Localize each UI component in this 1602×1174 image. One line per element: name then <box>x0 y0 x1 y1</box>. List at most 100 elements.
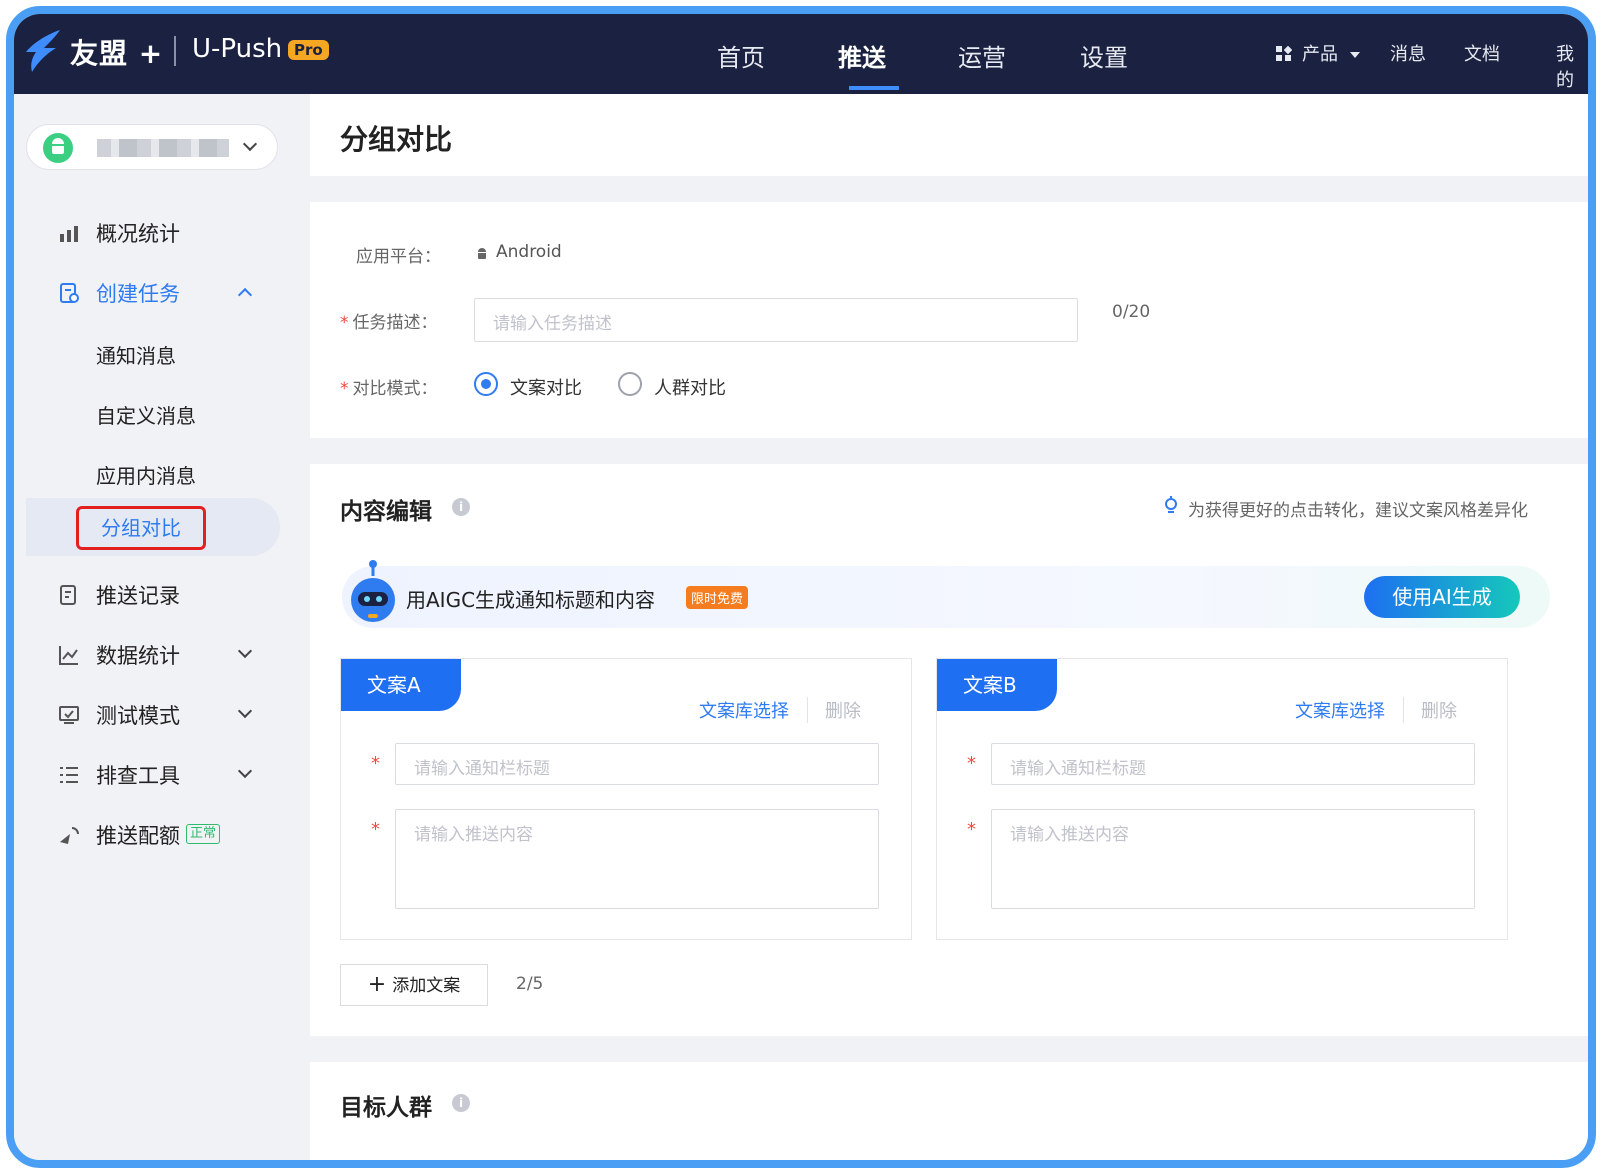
add-copy-button[interactable]: + 添加文案 <box>340 964 488 1006</box>
target-audience-title: 目标人群 <box>340 1095 432 1121</box>
sidebar-item-overview[interactable]: 概况统计 <box>14 204 304 260</box>
compare-mode-label: * 对比模式： <box>340 374 438 399</box>
sidebar-item-create-task[interactable]: 创建任务 <box>14 264 304 320</box>
copy-count: 2/5 <box>516 974 544 994</box>
app-selector[interactable] <box>26 124 278 170</box>
sidebar-item-label: 推送配额 <box>96 824 180 848</box>
radio-audience-compare[interactable] <box>618 372 642 396</box>
radio-audience-compare-label[interactable]: 人群对比 <box>654 374 726 400</box>
task-desc-input[interactable]: 请输入任务描述 <box>474 298 1078 342</box>
copy-b-title-placeholder: 请输入通知栏标题 <box>1010 759 1146 779</box>
umeng-logo-icon <box>26 30 60 72</box>
info-icon[interactable]: i <box>452 498 470 516</box>
nav-me[interactable]: 我的 <box>1556 40 1588 92</box>
copy-library-select-a[interactable]: 文案库选择 <box>699 697 789 723</box>
nav-products[interactable]: 产品 <box>1302 40 1338 66</box>
chevron-down-icon <box>242 136 258 152</box>
basic-form-panel: 应用平台： Android * 任务描述： 请输入任务描述 0/20 * 对比模式：… <box>310 202 1588 438</box>
sidebar-item-test-mode[interactable]: 测试模式 <box>14 686 304 742</box>
compare-mode-label-text: 对比模式： <box>352 379 438 399</box>
line-chart-icon <box>59 646 78 665</box>
robot-icon <box>351 560 395 622</box>
platform-value: Android <box>496 242 562 262</box>
sidebar: 概况统计 创建任务 通知消息 自定义消息 应用内消息 分组对比 推送记录 数据统… <box>14 94 304 1160</box>
copy-tab-a[interactable]: 文案A <box>341 659 461 711</box>
sidebar-item-label: 概况统计 <box>96 222 180 246</box>
target-audience-panel: 目标人群 i <box>310 1062 1588 1160</box>
copy-a-title-input[interactable]: 请输入通知栏标题 <box>395 743 879 785</box>
content-edit-panel: 内容编辑 i 为获得更好的点击转化，建议文案风格差异化 用AIGC生成通知标题和… <box>310 464 1588 1036</box>
sidebar-item-data-stats[interactable]: 数据统计 <box>14 626 304 682</box>
bar-chart-icon <box>60 226 78 242</box>
copy-tab-b[interactable]: 文案B <box>937 659 1057 711</box>
free-badge: 限时免费 <box>686 586 749 609</box>
pro-badge: Pro <box>288 40 329 60</box>
content-edit-title: 内容编辑 <box>340 499 432 525</box>
copy-a-content-input[interactable]: 请输入推送内容 <box>395 809 879 909</box>
ai-generate-button[interactable]: 使用AI生成 <box>1364 576 1520 618</box>
copy-delete-b[interactable]: 删除 <box>1421 697 1457 723</box>
page-title: 分组对比 <box>340 123 453 156</box>
nav-push[interactable]: 推送 <box>838 38 886 73</box>
radio-copy-compare[interactable] <box>474 372 498 396</box>
aigc-text: 用AIGC生成通知标题和内容 <box>406 588 656 612</box>
top-navbar: 友盟 + U-Push Pro 首页 推送 运营 设置 产品 消息 文档 我的 <box>14 14 1588 94</box>
quota-status-badge: 正常 <box>186 824 221 844</box>
aigc-banner: 用AIGC生成通知标题和内容 限时免费 使用AI生成 <box>342 560 1550 628</box>
required-asterisk: * <box>371 819 380 840</box>
sidebar-subitem-custom-message[interactable]: 自定义消息 <box>96 400 196 429</box>
sidebar-item-label: 推送记录 <box>96 584 180 608</box>
radio-copy-compare-label[interactable]: 文案对比 <box>510 374 582 400</box>
copy-delete-a[interactable]: 删除 <box>825 697 861 723</box>
task-desc-counter: 0/20 <box>1112 302 1151 322</box>
chevron-up-icon <box>237 287 253 303</box>
chevron-down-icon <box>237 763 253 779</box>
required-asterisk: * <box>371 753 380 774</box>
required-asterisk: * <box>967 753 976 774</box>
android-small-icon <box>478 248 486 259</box>
sidebar-subitem-group-compare[interactable]: 分组对比 <box>76 506 206 550</box>
chevron-down-icon <box>237 643 253 659</box>
product-name: U-Push <box>192 34 283 64</box>
sidebar-item-push-quota[interactable]: 推送配额 正常 <box>14 806 304 862</box>
plus-icon: + <box>367 972 387 997</box>
add-copy-label: 添加文案 <box>392 976 461 996</box>
platform-label: 应用平台： <box>356 247 441 267</box>
nav-home[interactable]: 首页 <box>717 38 765 73</box>
list-tool-icon <box>60 767 78 783</box>
test-monitor-icon <box>59 706 79 724</box>
copy-action-divider <box>1403 697 1404 723</box>
copy-a-content-placeholder: 请输入推送内容 <box>414 825 533 845</box>
nav-messages[interactable]: 消息 <box>1390 40 1426 66</box>
products-caret-icon[interactable] <box>1350 52 1360 58</box>
android-icon <box>43 133 73 163</box>
nav-active-indicator <box>849 86 899 90</box>
copy-b-title-input[interactable]: 请输入通知栏标题 <box>991 743 1475 785</box>
task-desc-placeholder: 请输入任务描述 <box>493 314 612 334</box>
sidebar-item-push-record[interactable]: 推送记录 <box>14 566 304 622</box>
app-name-redacted <box>97 139 229 157</box>
nav-operations[interactable]: 运营 <box>958 38 1006 73</box>
info-icon[interactable]: i <box>452 1094 470 1112</box>
push-record-icon <box>60 585 76 605</box>
sidebar-item-label: 测试模式 <box>96 704 180 728</box>
sidebar-subitem-notification[interactable]: 通知消息 <box>96 340 176 369</box>
copy-b-content-input[interactable]: 请输入推送内容 <box>991 809 1475 909</box>
nav-settings[interactable]: 设置 <box>1080 38 1128 73</box>
grid-icon[interactable] <box>1276 46 1292 62</box>
sidebar-item-label: 创建任务 <box>96 282 180 306</box>
copy-a-title-placeholder: 请输入通知栏标题 <box>414 759 550 779</box>
page-header: 分组对比 <box>310 94 1588 176</box>
copy-library-select-b[interactable]: 文案库选择 <box>1295 697 1385 723</box>
copy-action-divider <box>807 697 808 723</box>
nav-docs[interactable]: 文档 <box>1464 40 1500 66</box>
sidebar-item-label: 数据统计 <box>96 644 180 668</box>
sidebar-subitem-in-app-message[interactable]: 应用内消息 <box>96 460 196 489</box>
required-asterisk: * <box>967 819 976 840</box>
task-desc-label-text: 任务描述： <box>352 313 438 333</box>
copy-b-content-placeholder: 请输入推送内容 <box>1010 825 1129 845</box>
sidebar-item-label: 排查工具 <box>96 764 180 788</box>
create-task-icon <box>60 283 79 303</box>
task-desc-label: * 任务描述： <box>340 308 438 333</box>
sidebar-item-troubleshoot[interactable]: 排查工具 <box>14 746 304 802</box>
